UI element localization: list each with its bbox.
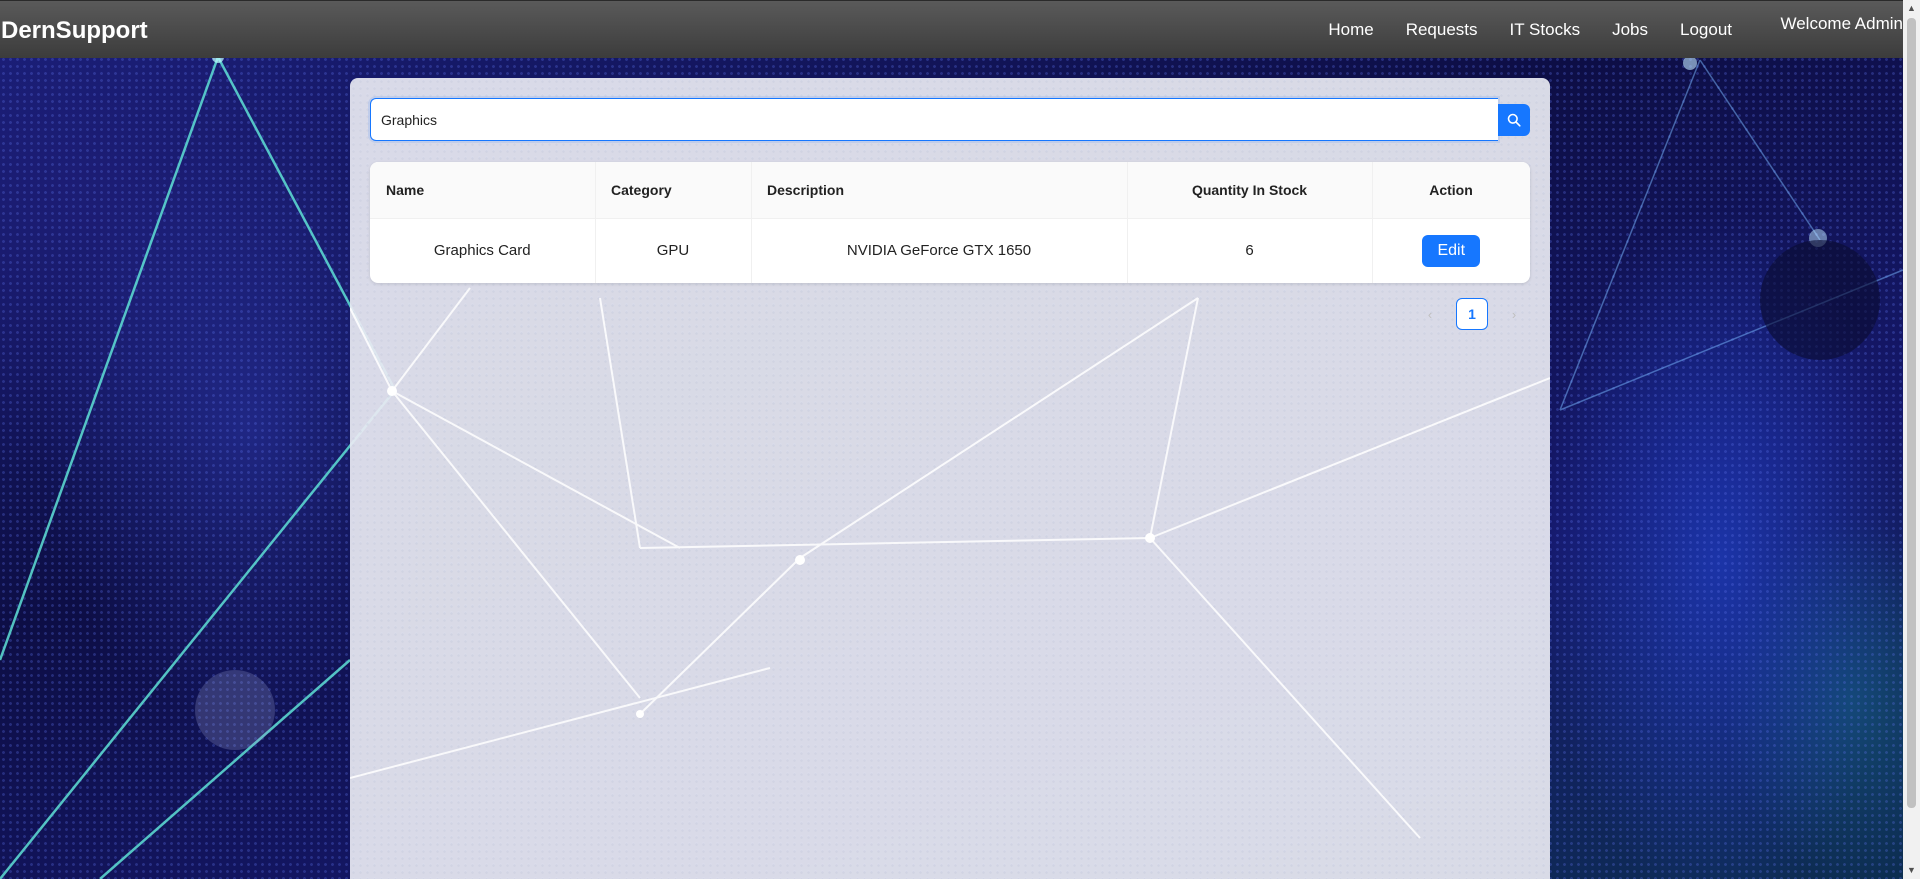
column-header-action: Action [1372, 162, 1530, 219]
column-header-description: Description [751, 162, 1127, 219]
nav-home-link[interactable]: Home [1328, 20, 1373, 40]
nav-jobs-link[interactable]: Jobs [1612, 20, 1648, 40]
page-scrollbar[interactable]: ▲ ▼ [1903, 0, 1920, 879]
edit-button[interactable]: Edit [1422, 234, 1481, 267]
pagination-next-icon[interactable]: › [1498, 298, 1530, 330]
cell-quantity: 6 [1126, 218, 1372, 283]
search-icon [1507, 113, 1521, 127]
welcome-text: Welcome Admin [1780, 14, 1903, 33]
pagination-page[interactable]: 1 [1456, 298, 1488, 330]
column-header-name: Name [370, 162, 595, 219]
scroll-up-arrow-icon[interactable]: ▲ [1903, 0, 1920, 17]
pagination: ‹ 1 › [1414, 298, 1530, 330]
cell-description: NVIDIA GeForce GTX 1650 [750, 218, 1127, 283]
table-row: Graphics Card GPU NVIDIA GeForce GTX 165… [370, 218, 1530, 283]
search-input[interactable] [370, 98, 1498, 141]
cell-category: GPU [594, 218, 751, 283]
stock-panel: Name Category Description Quantity In St… [350, 78, 1550, 879]
nav-it-stocks-link[interactable]: IT Stocks [1510, 20, 1581, 40]
pagination-prev-icon[interactable]: ‹ [1414, 298, 1446, 330]
scroll-down-arrow-icon[interactable]: ▼ [1903, 862, 1920, 879]
stock-search-bar [370, 98, 1530, 141]
stock-table: Name Category Description Quantity In St… [370, 162, 1530, 283]
table-header-row: Name Category Description Quantity In St… [370, 162, 1530, 219]
cell-action: Edit [1371, 218, 1530, 283]
nav-links: Home Requests IT Stocks Jobs Logout [1328, 1, 1748, 59]
nav-logout-link[interactable]: Logout [1680, 20, 1732, 40]
nav-requests-link[interactable]: Requests [1406, 20, 1478, 40]
column-header-quantity: Quantity In Stock [1127, 162, 1372, 219]
cell-name: Graphics Card [433, 242, 531, 260]
search-button[interactable] [1498, 104, 1530, 136]
brand-logo[interactable]: DernSupport [1, 17, 148, 45]
scrollbar-thumb[interactable] [1907, 18, 1916, 808]
top-navbar: DernSupport Home Requests IT Stocks Jobs… [0, 0, 1903, 58]
column-header-category: Category [595, 162, 751, 219]
